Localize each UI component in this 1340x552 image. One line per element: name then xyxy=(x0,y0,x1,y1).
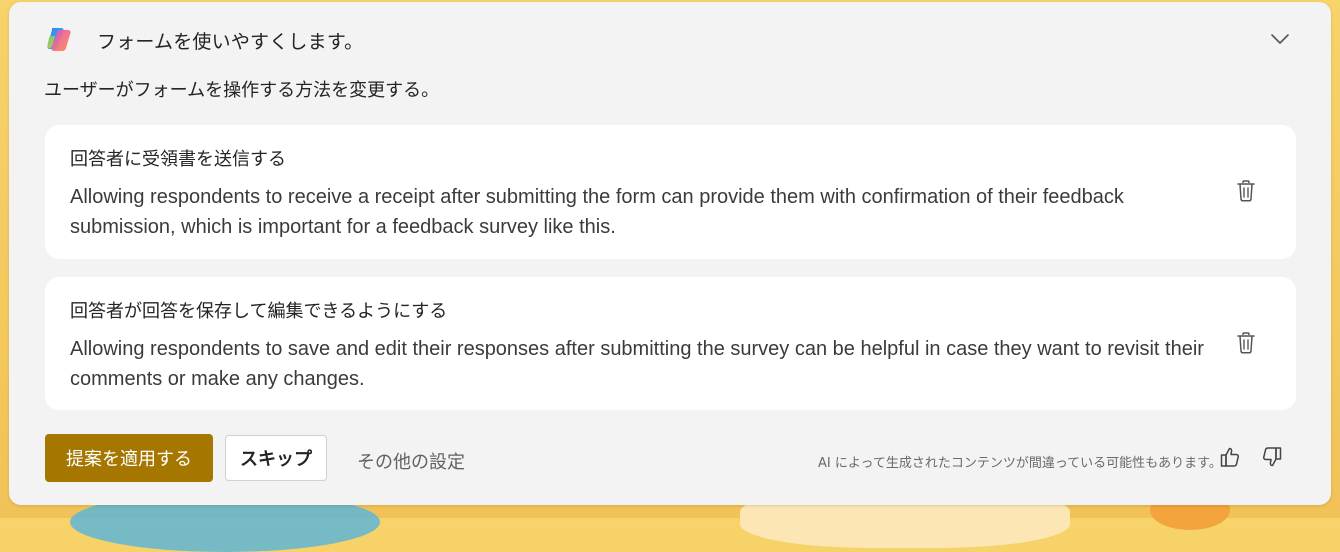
apply-suggestions-button[interactable]: 提案を適用する xyxy=(45,434,213,482)
panel-header: フォームを使いやすくします。 xyxy=(9,2,1331,74)
copilot-suggestion-panel: フォームを使いやすくします。 ユーザーがフォームを操作する方法を変更する。 回答… xyxy=(9,2,1331,505)
suggestion-description: Allowing respondents to save and edit th… xyxy=(70,338,1204,390)
thumbs-up-icon[interactable] xyxy=(1217,444,1243,470)
suggestion-title: 回答者が回答を保存して編集できるようにする xyxy=(70,301,448,322)
skip-button[interactable]: スキップ xyxy=(225,435,327,481)
panel-title: フォームを使いやすくします。 xyxy=(97,31,364,53)
copilot-icon xyxy=(45,24,75,54)
panel-subtitle: ユーザーがフォームを操作する方法を変更する。 xyxy=(44,80,440,101)
suggestion-card: 回答者に受領書を送信する Allowing respondents to rec… xyxy=(45,125,1296,259)
chevron-down-icon[interactable] xyxy=(1265,24,1295,54)
panel-footer: 提案を適用する スキップ その他の設定 AI によって生成されたコンテンツが間違… xyxy=(9,432,1331,482)
suggestion-card: 回答者が回答を保存して編集できるようにする Allowing responden… xyxy=(45,277,1296,410)
more-settings-link[interactable]: その他の設定 xyxy=(357,448,465,474)
ai-disclaimer: AI によって生成されたコンテンツが間違っている可能性もあります。 xyxy=(818,456,1222,471)
trash-icon[interactable] xyxy=(1234,178,1258,204)
trash-icon[interactable] xyxy=(1234,330,1258,356)
suggestion-title: 回答者に受領書を送信する xyxy=(70,149,286,170)
thumbs-down-icon[interactable] xyxy=(1259,444,1285,470)
suggestion-description: Allowing respondents to receive a receip… xyxy=(70,186,1124,238)
